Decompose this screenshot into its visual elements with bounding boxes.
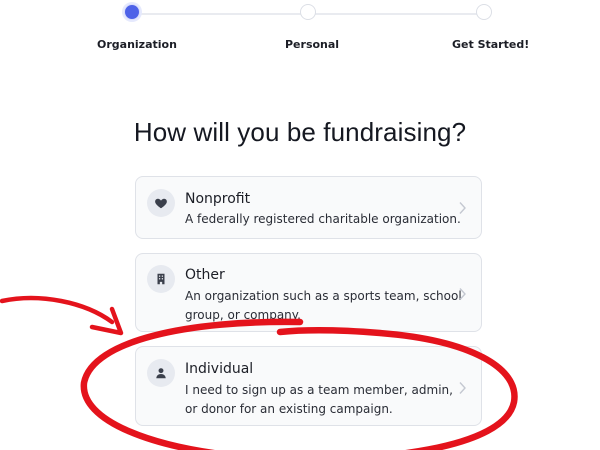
annotation-arrow-shaft	[0, 295, 115, 325]
step-label-organization: Organization	[97, 38, 177, 51]
option-title-individual: Individual	[185, 361, 254, 377]
option-title-other: Other	[185, 267, 225, 283]
option-description-other: An organization such as a sports team, s…	[185, 289, 462, 322]
annotation-arrowhead	[89, 306, 124, 336]
person-icon	[147, 359, 175, 387]
building-icon	[147, 265, 175, 293]
progress-stepper: Organization Personal Get Started!	[0, 0, 600, 60]
heart-icon	[147, 189, 175, 217]
option-description-nonprofit: A federally registered charitable organi…	[185, 212, 461, 226]
option-card-individual[interactable]: Individual I need to sign up as a team m…	[135, 346, 482, 426]
chevron-right-icon	[459, 202, 466, 214]
step-dot-get-started	[476, 4, 492, 20]
step-dot-personal	[300, 4, 316, 20]
option-card-nonprofit[interactable]: Nonprofit A federally registered charita…	[135, 176, 482, 239]
step-dot-organization	[124, 4, 140, 20]
option-title-nonprofit: Nonprofit	[185, 191, 251, 207]
step-label-personal: Personal	[285, 38, 340, 51]
page-title: How will you be fundraising?	[133, 117, 467, 147]
step-label-get-started: Get Started!	[452, 38, 530, 51]
option-description-individual: I need to sign up as a team member, admi…	[185, 383, 453, 416]
option-card-other[interactable]: Other An organization such as a sports t…	[135, 253, 482, 332]
chevron-right-icon	[459, 288, 466, 300]
chevron-right-icon	[459, 382, 466, 394]
